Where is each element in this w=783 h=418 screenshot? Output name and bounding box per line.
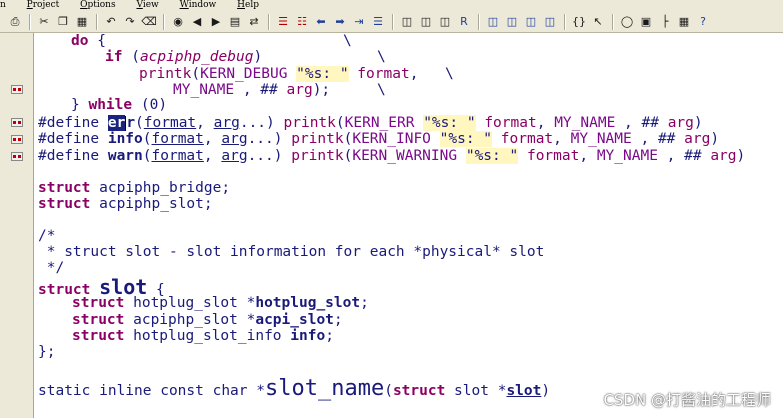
comment-line: * struct slot - slot information for eac… (38, 244, 545, 260)
cut-icon[interactable]: ✂ (37, 15, 51, 29)
find-next-icon[interactable]: ▶ (209, 15, 223, 29)
code-line: do {\ (71, 33, 352, 49)
comment-line: /* (38, 228, 56, 244)
menu-item-project[interactable]: Project (27, 0, 69, 10)
toolbar-separator (478, 13, 480, 30)
editor-gutter[interactable] (0, 33, 34, 418)
menu-item-options[interactable]: Options (80, 0, 124, 10)
window-split-icon[interactable]: ◫ (524, 15, 538, 29)
window-max-icon[interactable]: ◫ (543, 15, 557, 29)
context-icon[interactable]: ◫ (438, 15, 452, 29)
back-arrow-icon[interactable]: ⬅ (314, 15, 328, 29)
code-line: static inline const char *slot_name(stru… (38, 376, 551, 401)
menu-item-view[interactable]: View (136, 0, 167, 10)
relation-icon[interactable]: ◫ (419, 15, 433, 29)
find-in-files-icon[interactable]: ▤ (228, 15, 242, 29)
jump-icon[interactable]: ⇥ (352, 15, 366, 29)
code-line: struct acpiphp_bridge; (38, 180, 231, 196)
binoculars-find-icon[interactable]: ◉ (171, 15, 185, 29)
toolbar: ⎙ ✂ ❐ ▦ ↶ ↷ ⌫ ◉ ◀ ▶ ▤ ⇄ ☰ ☷ ⬅ ➡ ⇥ ☰ ◫ ◫ … (0, 11, 783, 33)
bookmark-icon[interactable]: ☰ (276, 15, 290, 29)
toolbar-separator (96, 13, 98, 30)
error-marker-icon[interactable] (11, 152, 23, 161)
toolbar-separator (163, 13, 165, 30)
error-marker-icon[interactable] (11, 85, 23, 94)
r-logo-icon[interactable]: R (457, 15, 471, 29)
code-line: #define warn(format, arg...) printk(KERN… (38, 148, 746, 164)
about-icon[interactable]: ? (696, 15, 710, 29)
code-line: MY_NAME , ## arg); \ (173, 82, 386, 98)
find-prev-icon[interactable]: ◀ (190, 15, 204, 29)
brace-match-icon[interactable]: {} (572, 15, 586, 29)
sync-icon[interactable]: ◯ (620, 15, 634, 29)
toolbar-separator (564, 13, 566, 30)
replace-icon[interactable]: ⇄ (247, 15, 261, 29)
copy-icon[interactable]: ❐ (56, 15, 70, 29)
toolbar-separator (268, 13, 270, 30)
print-icon[interactable]: ⎙ (8, 15, 22, 29)
code-editor[interactable]: do {\ if (acpiphp_debug) \ printk(KERN_DE… (38, 33, 783, 418)
code-line: #define info(format, arg...) printk(KERN… (38, 131, 720, 147)
symbol-info-icon[interactable]: ◫ (400, 15, 414, 29)
code-line: struct acpiphp_slot *acpi_slot; (72, 312, 343, 328)
help-cursor-icon[interactable]: ↖ (591, 15, 605, 29)
redo-icon[interactable]: ↷ (123, 15, 137, 29)
toolbar-separator (612, 13, 614, 30)
code-line: #define err(format, arg...) printk(KERN_… (38, 115, 703, 131)
forward-arrow-icon[interactable]: ➡ (333, 15, 347, 29)
toolbar-separator (29, 13, 31, 30)
paste-icon[interactable]: ▦ (75, 15, 89, 29)
menu-bar: n Project Options View Window Help (0, 0, 783, 11)
code-line: }; (38, 344, 56, 360)
code-line: if (acpiphp_debug) \ (105, 49, 386, 65)
selected-text: er (107, 115, 126, 131)
menu-item-window[interactable]: Window (180, 0, 226, 10)
menu-item-file[interactable]: n (0, 0, 15, 10)
code-line: printk(KERN_DEBUG "%s: " format, \ (139, 66, 454, 82)
error-marker-icon[interactable] (11, 135, 23, 144)
window-tile-icon[interactable]: ◫ (486, 15, 500, 29)
outline-icon[interactable]: ▣ (639, 15, 653, 29)
menu-item-help[interactable]: Help (237, 0, 268, 10)
code-line: struct acpiphp_slot; (38, 196, 213, 212)
code-line: } while (0) (71, 97, 168, 113)
code-line: struct slot { (38, 275, 165, 299)
code-line: struct hotplug_slot *hotplug_slot; (72, 295, 369, 311)
undo-icon[interactable]: ↶ (104, 15, 118, 29)
project-icon[interactable]: ▦ (677, 15, 691, 29)
code-line: struct hotplug_slot_info info; (72, 328, 334, 344)
error-marker-icon[interactable] (11, 118, 23, 127)
comment-line: */ (38, 260, 65, 276)
toolbar-separator (392, 13, 394, 30)
tree-icon[interactable]: ├ (658, 15, 672, 29)
window-cascade-icon[interactable]: ◫ (505, 15, 519, 29)
list-icon[interactable]: ☰ (371, 15, 385, 29)
bookmark-clear-icon[interactable]: ☷ (295, 15, 309, 29)
watermark: CSDN @打酱油的工程师 (603, 391, 771, 409)
delete-icon[interactable]: ⌫ (141, 15, 157, 29)
